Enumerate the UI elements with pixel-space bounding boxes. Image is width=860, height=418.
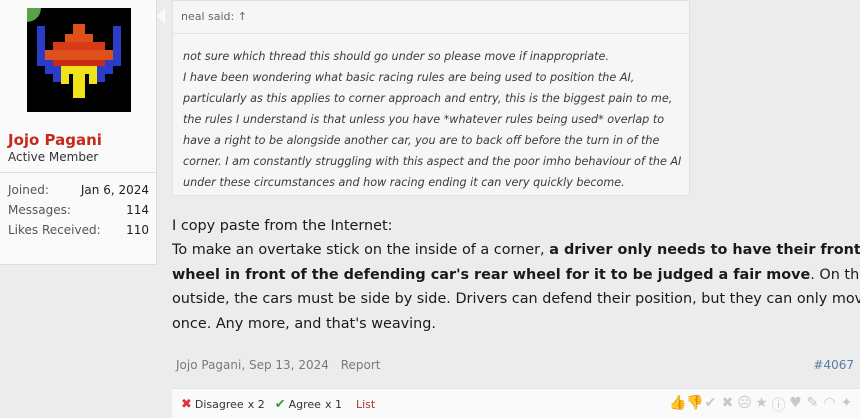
reaction-bar: ✖ Disagree x 2 ✔ Agree x 1 List 👍 👎 ✔ ✖ … xyxy=(172,388,860,418)
post-number[interactable]: #4067 xyxy=(813,358,854,372)
reaction-summary: ✖ Disagree x 2 ✔ Agree x 1 List xyxy=(181,397,375,412)
post-line: once. Any more, and that's weaving. xyxy=(172,315,437,332)
reaction-picker: 👍 👎 ✔ ✖ ☹ ★ ⓘ ♥ ✎ ◠ ✦ xyxy=(669,395,854,415)
stat-likes: Likes Received: 110 xyxy=(8,223,149,237)
post-line: To make an overtake stick on the inside … xyxy=(172,238,860,262)
post-body: I copy paste from the Internet: To make … xyxy=(172,214,860,336)
post-bold-text: wheel in front of the defending car's re… xyxy=(172,266,811,283)
reaction-list-link[interactable]: List xyxy=(356,398,375,411)
post-text-span: . On the xyxy=(810,266,860,283)
cross-icon: ✖ xyxy=(181,397,192,412)
thumbs-down-icon[interactable]: 👎 xyxy=(686,395,703,415)
quote-body: not sure which thread this should go und… xyxy=(173,34,689,193)
agree-count: x 1 xyxy=(324,398,342,411)
stat-value: 110 xyxy=(126,223,149,237)
avatar-image xyxy=(27,8,131,112)
panel-arrow xyxy=(157,8,165,24)
post-date[interactable]: Sep 13, 2024 xyxy=(249,358,329,372)
post-line: outside, the cars must be side by side. … xyxy=(172,291,860,308)
lightbulb-icon[interactable]: ✦ xyxy=(839,395,854,415)
user-title: Active Member xyxy=(8,150,99,164)
stat-joined: Joined: Jan 6, 2024 xyxy=(8,183,149,197)
info-icon[interactable]: ⓘ xyxy=(771,395,786,415)
post-line: I copy paste from the Internet: xyxy=(172,218,393,234)
divider xyxy=(0,172,156,173)
stat-label: Joined: xyxy=(8,183,49,197)
cross-icon[interactable]: ✖ xyxy=(720,395,735,415)
check-icon[interactable]: ✔ xyxy=(703,395,718,415)
quote-line: not sure which thread this should go und… xyxy=(183,50,609,63)
sad-icon[interactable]: ☹ xyxy=(737,395,752,415)
heart-icon[interactable]: ♥ xyxy=(788,395,803,415)
quote-line: particularly as this applies to corner a… xyxy=(183,92,673,105)
stat-label: Likes Received: xyxy=(8,223,101,237)
disagree-count: x 2 xyxy=(247,398,265,411)
report-link[interactable]: Report xyxy=(341,358,381,372)
thumbs-up-icon[interactable]: 👍 xyxy=(669,395,686,415)
stat-label: Messages: xyxy=(8,203,71,217)
quote-line: the rules I understand is that unless yo… xyxy=(183,113,665,126)
post-text-span: To make an overtake stick on the inside … xyxy=(172,242,550,259)
disagree-label[interactable]: Disagree xyxy=(195,398,244,411)
post-meta: Jojo Pagani, Sep 13, 2024 Report xyxy=(176,358,388,372)
avatar[interactable] xyxy=(27,8,131,112)
username[interactable]: Jojo Pagani xyxy=(8,131,102,149)
post-bold-text: a driver only needs to have their front xyxy=(549,242,860,259)
wrench-icon[interactable]: ✎ xyxy=(805,395,820,415)
quote-block: neal said: ↑ not sure which thread this … xyxy=(172,0,690,196)
agree-label[interactable]: Agree xyxy=(289,398,321,411)
quote-line: I have been wondering what basic racing … xyxy=(183,71,635,84)
stat-value: 114 xyxy=(126,203,149,217)
stat-messages: Messages: 114 xyxy=(8,203,149,217)
quote-line: corner. I am constantly struggling with … xyxy=(183,155,682,168)
post-author[interactable]: Jojo Pagani, Sep 13, 2024 xyxy=(176,358,329,372)
stat-value: Jan 6, 2024 xyxy=(80,183,149,197)
check-icon: ✔ xyxy=(274,397,286,412)
quote-header[interactable]: neal said: ↑ xyxy=(173,1,689,34)
quote-line: have a right to be alongside another car… xyxy=(183,134,660,147)
star-icon[interactable]: ★ xyxy=(754,395,769,415)
rainbow-icon[interactable]: ◠ xyxy=(822,395,837,415)
author-name[interactable]: Jojo Pagani xyxy=(176,358,241,372)
quote-line: under these circumstances and how racing… xyxy=(183,176,625,189)
post-line: wheel in front of the defending car's re… xyxy=(172,263,860,287)
user-panel: Jojo Pagani Active Member Joined: Jan 6,… xyxy=(0,0,157,265)
